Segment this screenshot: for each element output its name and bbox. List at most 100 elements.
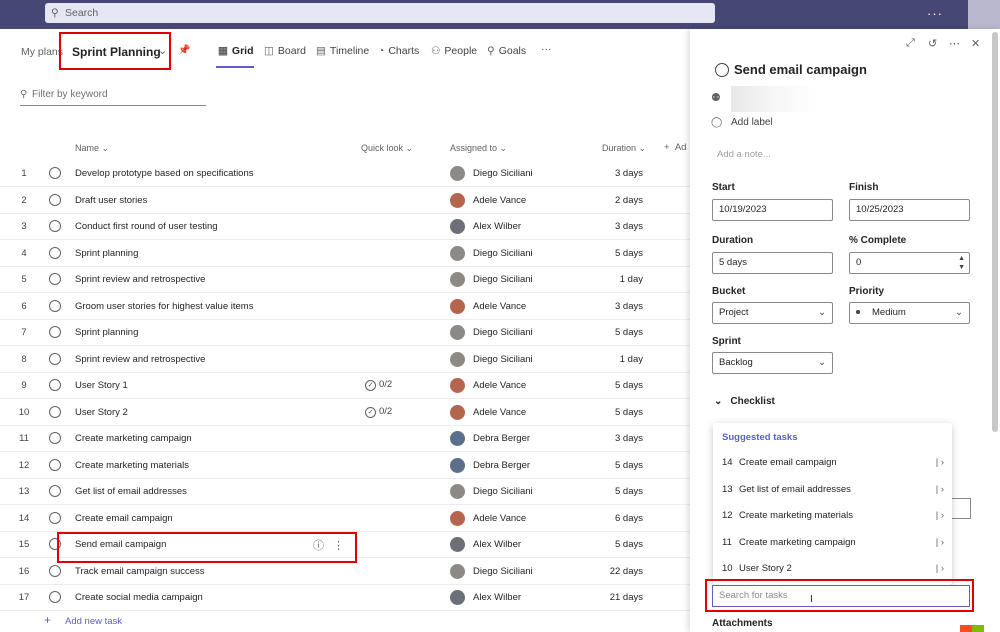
- table-row[interactable]: 8 Sprint review and retrospective Diego Si…: [0, 347, 690, 373]
- duration-value[interactable]: 2 days: [590, 195, 643, 206]
- global-search-input[interactable]: ⚲ Search: [45, 3, 715, 23]
- task-name[interactable]: Create social media campaign: [75, 592, 203, 603]
- assignee-name[interactable]: Alex Wilber: [473, 592, 521, 603]
- assignee-name[interactable]: Adele Vance: [473, 301, 526, 312]
- column-header-assigned[interactable]: Assigned to ⌄: [450, 143, 507, 154]
- table-row[interactable]: 6 Groom user stories for highest value it…: [0, 294, 690, 320]
- duration-value[interactable]: 5 days: [590, 248, 643, 259]
- duration-value[interactable]: 3 days: [590, 221, 643, 232]
- percent-complete-stepper[interactable]: 0 ▲ ▼: [849, 252, 970, 274]
- table-row[interactable]: 16 Track email campaign success Diego Sici…: [0, 559, 690, 585]
- history-icon[interactable]: ↺: [928, 37, 937, 50]
- task-name[interactable]: User Story 2: [75, 407, 128, 418]
- tab-grid[interactable]: ▦ Grid: [218, 45, 254, 57]
- tab-board[interactable]: ◫ Board: [264, 45, 306, 57]
- assignee-name[interactable]: Adele Vance: [473, 195, 526, 206]
- assignee-name[interactable]: Diego Siciliani: [473, 248, 533, 259]
- duration-value[interactable]: 5 days: [590, 407, 643, 418]
- task-title[interactable]: Send email campaign: [734, 62, 867, 77]
- task-name[interactable]: Track email campaign success: [75, 566, 205, 577]
- duration-value[interactable]: 6 days: [590, 513, 643, 524]
- task-name[interactable]: Develop prototype based on specification…: [75, 168, 254, 179]
- chevron-right-icon[interactable]: | ›: [936, 537, 944, 548]
- task-name[interactable]: Sprint review and retrospective: [75, 354, 205, 365]
- panel-scrollbar[interactable]: [992, 32, 998, 432]
- task-name[interactable]: Sprint review and retrospective: [75, 274, 205, 285]
- task-name[interactable]: User Story 1: [75, 380, 128, 391]
- assignee-name[interactable]: Diego Siciliani: [473, 274, 533, 285]
- table-row[interactable]: 1 Develop prototype based on specificatio…: [0, 161, 690, 187]
- assignee-name[interactable]: Alex Wilber: [473, 221, 521, 232]
- assignee-name[interactable]: Adele Vance: [473, 407, 526, 418]
- tab-goals[interactable]: ⚲ Goals: [487, 45, 526, 57]
- assignee-name[interactable]: Diego Siciliani: [473, 168, 533, 179]
- suggested-task-item[interactable]: 11 Create marketing campaign | ›: [722, 537, 950, 563]
- chevron-right-icon[interactable]: | ›: [936, 563, 944, 574]
- complete-task-circle[interactable]: [49, 299, 61, 312]
- more-options-icon[interactable]: ···: [927, 6, 943, 21]
- assignee-name[interactable]: Adele Vance: [473, 380, 526, 391]
- chevron-down-icon[interactable]: ⌄: [158, 44, 167, 57]
- finish-date-field[interactable]: 10/25/2023: [849, 199, 970, 221]
- close-icon[interactable]: ✕: [971, 37, 980, 50]
- more-tabs-icon[interactable]: ···: [541, 43, 552, 55]
- checklist-toggle[interactable]: ⌄ Checklist: [714, 396, 775, 407]
- complete-task-circle[interactable]: [49, 246, 61, 259]
- chevron-right-icon[interactable]: | ›: [936, 510, 944, 521]
- table-row[interactable]: 4 Sprint planning Diego Siciliani 5 days: [0, 241, 690, 267]
- complete-task-circle[interactable]: [49, 485, 61, 497]
- duration-value[interactable]: 5 days: [590, 380, 643, 391]
- table-row[interactable]: 7 Sprint planning Diego Siciliani 5 days: [0, 320, 690, 346]
- complete-task-circle[interactable]: [49, 405, 61, 418]
- suggested-task-item[interactable]: 12 Create marketing materials | ›: [722, 510, 950, 536]
- task-name[interactable]: Send email campaign: [75, 539, 166, 550]
- duration-value[interactable]: 21 days: [590, 592, 643, 603]
- complete-task-circle[interactable]: [49, 591, 61, 603]
- info-icon[interactable]: ⓘ ⋮: [313, 537, 344, 553]
- add-new-task-button[interactable]: + Add new task: [44, 613, 122, 627]
- complete-task-circle[interactable]: [49, 167, 61, 179]
- complete-task-circle[interactable]: [49, 538, 61, 550]
- suggested-task-item[interactable]: 14 Create email campaign | ›: [722, 457, 950, 483]
- task-name[interactable]: Sprint planning: [75, 248, 138, 259]
- complete-task-circle[interactable]: [49, 352, 61, 365]
- chevron-right-icon[interactable]: | ›: [936, 484, 944, 495]
- bucket-select[interactable]: Project ⌄: [712, 302, 833, 324]
- complete-task-circle[interactable]: [49, 432, 61, 444]
- column-header-quick-look[interactable]: Quick look ⌄: [361, 143, 413, 154]
- task-name[interactable]: Groom user stories for highest value ite…: [75, 301, 253, 312]
- complete-task-circle[interactable]: [49, 379, 61, 391]
- task-name[interactable]: Draft user stories: [75, 195, 147, 206]
- duration-field[interactable]: 5 days: [712, 252, 833, 274]
- start-date-field[interactable]: 10/19/2023: [712, 199, 833, 221]
- assignee-name[interactable]: Diego Siciliani: [473, 354, 533, 365]
- duration-value[interactable]: 22 days: [590, 566, 643, 577]
- complete-task-circle[interactable]: [49, 458, 61, 471]
- filter-input[interactable]: ⚲ Filter by keyword: [20, 85, 206, 106]
- complete-task-circle[interactable]: [49, 193, 61, 206]
- add-label-button[interactable]: Add label: [731, 117, 773, 128]
- assignee-name[interactable]: Diego Siciliani: [473, 327, 533, 338]
- assignee-name[interactable]: Debra Berger: [473, 460, 530, 471]
- assignee-name[interactable]: Diego Siciliani: [473, 486, 533, 497]
- more-options-icon[interactable]: ⋯: [949, 37, 960, 50]
- priority-select[interactable]: Medium ⌄: [849, 302, 970, 324]
- complete-task-circle[interactable]: [49, 564, 61, 577]
- user-avatar[interactable]: [968, 0, 1000, 29]
- expand-icon[interactable]: ⤢: [906, 37, 915, 50]
- tab-charts[interactable]: ◔ Charts: [378, 45, 419, 57]
- assignee-name[interactable]: Diego Siciliani: [473, 566, 533, 577]
- search-tasks-input[interactable]: Search for tasks: [712, 585, 970, 607]
- task-name[interactable]: Create marketing materials: [75, 460, 189, 471]
- pin-icon[interactable]: 📌: [178, 45, 190, 56]
- plan-title[interactable]: Sprint Planning: [72, 45, 161, 59]
- task-name[interactable]: Conduct first round of user testing: [75, 221, 218, 232]
- task-name[interactable]: Sprint planning: [75, 327, 138, 338]
- duration-value[interactable]: 3 days: [590, 301, 643, 312]
- duration-value[interactable]: 5 days: [590, 539, 643, 550]
- table-row[interactable]: 3 Conduct first round of user testing Alex…: [0, 214, 690, 240]
- table-row[interactable]: 10 User Story 2 ✓ 0/2 Adele Vance 5 days: [0, 400, 690, 426]
- table-row[interactable]: 5 Sprint review and retrospective Diego Si…: [0, 267, 690, 293]
- chevron-right-icon[interactable]: | ›: [936, 457, 944, 468]
- task-name[interactable]: Create email campaign: [75, 513, 173, 524]
